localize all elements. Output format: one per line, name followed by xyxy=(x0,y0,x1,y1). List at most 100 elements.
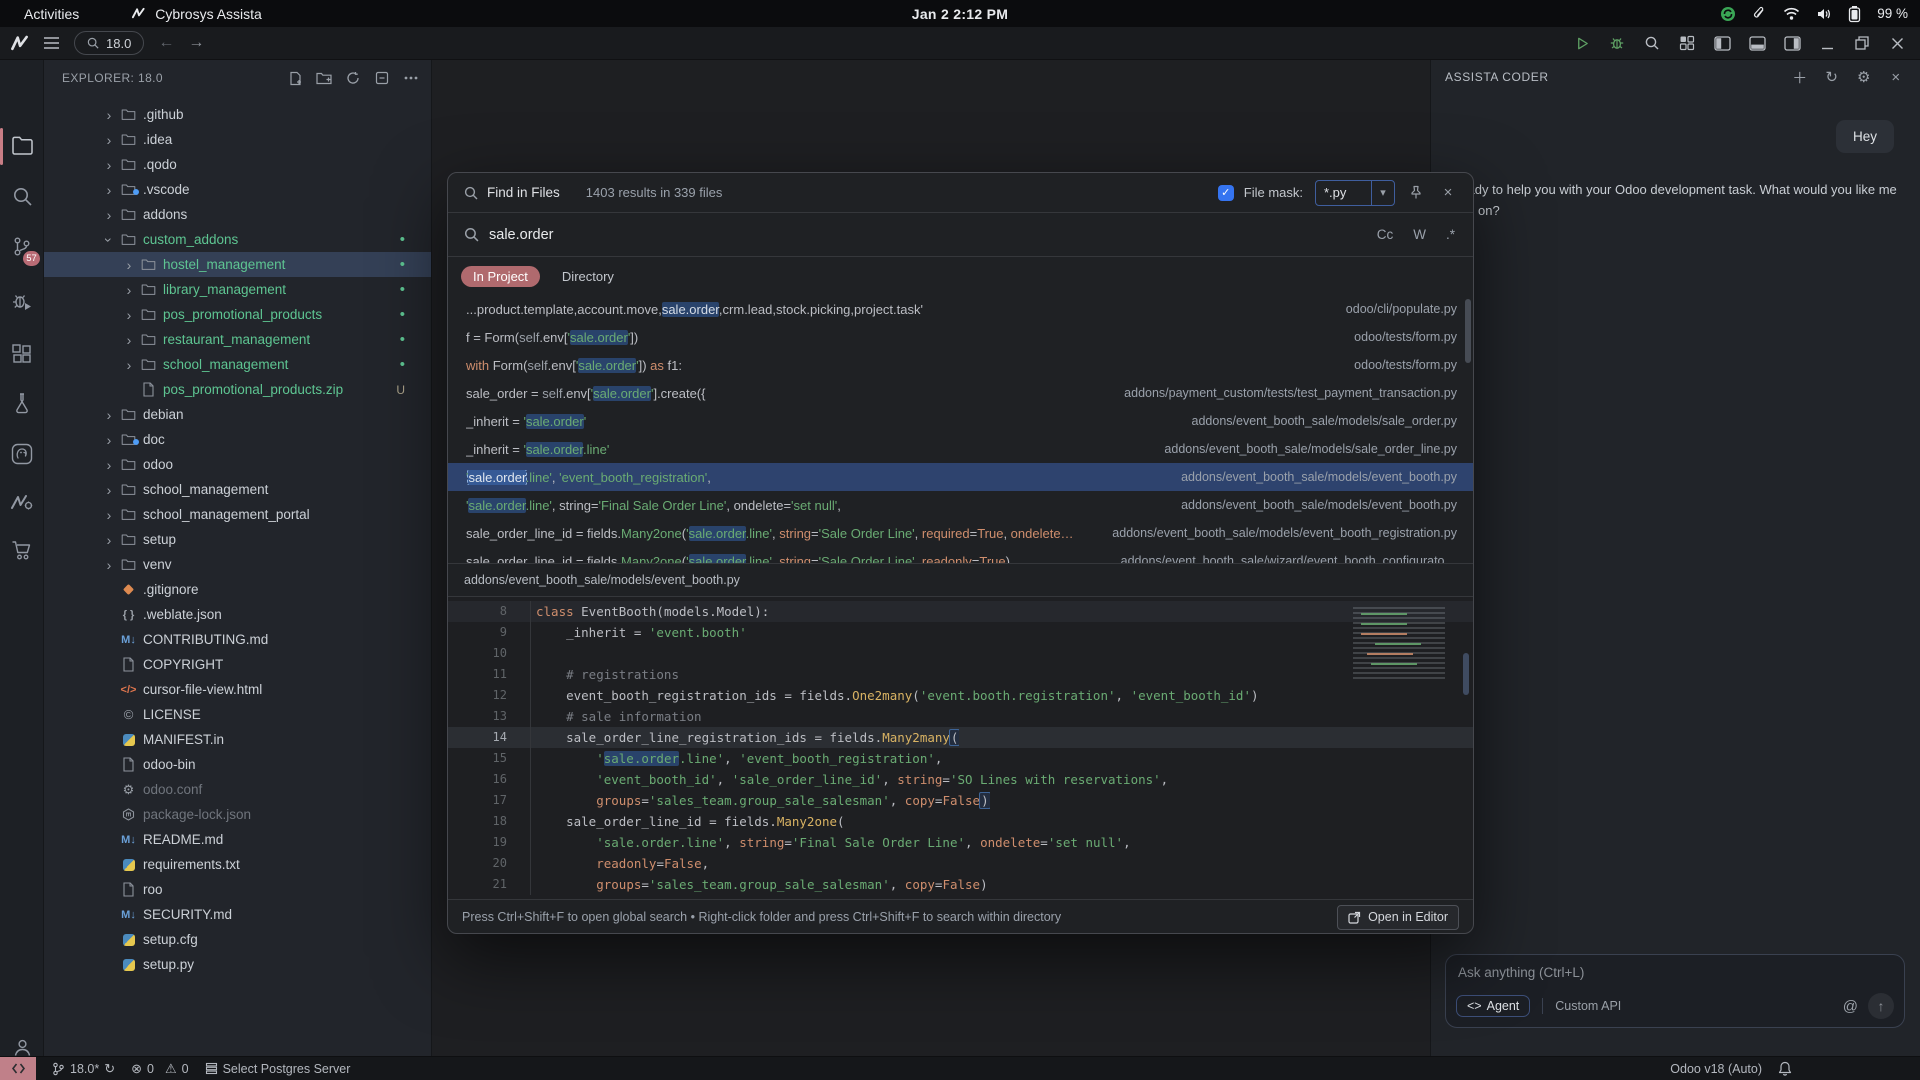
tree-item[interactable]: </>cursor-file-view.html xyxy=(44,677,431,702)
mention-icon[interactable]: @ xyxy=(1843,998,1858,1015)
search-result-row[interactable]: ...product.template,account.move,sale.or… xyxy=(448,295,1473,323)
tree-item[interactable]: MANIFEST.in xyxy=(44,727,431,752)
agent-mode-button[interactable]: <>Agent xyxy=(1456,995,1530,1017)
volume-icon[interactable] xyxy=(1816,7,1832,21)
restore-window-button[interactable] xyxy=(1849,31,1875,55)
back-button[interactable]: ← xyxy=(158,34,174,52)
tree-item[interactable]: ›hostel_management• xyxy=(44,252,431,277)
tree-item[interactable]: requirements.txt xyxy=(44,852,431,877)
odoo-mode-status[interactable]: Odoo v18 (Auto) xyxy=(1670,1062,1762,1076)
tree-item[interactable]: package-lock.json xyxy=(44,802,431,827)
whole-words-toggle[interactable]: W xyxy=(1413,227,1426,242)
extensions-view-icon[interactable] xyxy=(0,332,44,376)
code-line[interactable]: 19 'sale.order.line', string='Final Sale… xyxy=(448,832,1473,853)
chevron-icon[interactable]: › xyxy=(100,483,118,497)
chevron-icon[interactable]: › xyxy=(100,133,118,147)
chevron-icon[interactable]: › xyxy=(120,283,138,297)
more-actions-icon[interactable] xyxy=(401,68,421,88)
chevron-icon[interactable]: › xyxy=(100,533,118,547)
tree-item[interactable]: odoo-bin xyxy=(44,752,431,777)
search-result-row[interactable]: _inherit = 'sale.order.line'addons/event… xyxy=(448,435,1473,463)
search-result-row[interactable]: _inherit = 'sale.order'addons/event_boot… xyxy=(448,407,1473,435)
main-menu-icon[interactable] xyxy=(43,36,60,50)
chevron-icon[interactable]: › xyxy=(100,558,118,572)
tree-item[interactable]: M↓README.md xyxy=(44,827,431,852)
tree-item[interactable]: ›doc xyxy=(44,427,431,452)
tree-item[interactable]: ›odoo xyxy=(44,452,431,477)
chevron-down-icon[interactable]: ▾ xyxy=(1372,186,1394,199)
open-in-editor-button[interactable]: Open in Editor xyxy=(1337,905,1459,930)
run-button[interactable] xyxy=(1569,31,1595,55)
tree-item[interactable]: ›restaurant_management• xyxy=(44,327,431,352)
tree-item[interactable]: ›.idea xyxy=(44,127,431,152)
scope-tab-in-project[interactable]: In Project xyxy=(461,266,540,287)
remote-indicator[interactable] xyxy=(0,1057,36,1080)
search-result-row[interactable]: 'sale.order.line', string='Final Sale Or… xyxy=(448,491,1473,519)
tree-item[interactable]: ›library_management• xyxy=(44,277,431,302)
tree-item[interactable]: COPYRIGHT xyxy=(44,652,431,677)
chevron-icon[interactable]: › xyxy=(100,458,118,472)
focused-app[interactable]: Cybrosys Assista xyxy=(131,6,262,22)
custom-api-selector[interactable]: Custom API xyxy=(1555,999,1621,1013)
code-line[interactable]: 9 _inherit = 'event.booth' xyxy=(448,622,1473,643)
chat-input[interactable]: Ask anything (Ctrl+L) <>Agent Custom API… xyxy=(1445,954,1905,1028)
tree-item[interactable]: { }.weblate.json xyxy=(44,602,431,627)
problems-status[interactable]: ⊗ 0 ⚠ 0 xyxy=(131,1061,188,1077)
history-icon[interactable]: ↻ xyxy=(1822,67,1842,87)
updates-icon[interactable] xyxy=(1720,6,1736,22)
tree-item[interactable]: ›school_management_portal xyxy=(44,502,431,527)
refresh-icon[interactable] xyxy=(343,68,363,88)
file-mask-combobox[interactable]: *.py ▾ xyxy=(1315,180,1395,206)
tree-item[interactable]: ⚙odoo.conf xyxy=(44,777,431,802)
project-search-pill[interactable]: 18.0 xyxy=(74,31,144,55)
search-result-row[interactable]: sale_order = self.env['sale.order'].crea… xyxy=(448,379,1473,407)
toggle-bottom-panel-button[interactable] xyxy=(1744,31,1770,55)
paperclip-icon[interactable] xyxy=(1752,6,1767,21)
wifi-icon[interactable] xyxy=(1783,7,1800,21)
tree-item[interactable]: .gitignore xyxy=(44,577,431,602)
match-case-toggle[interactable]: Cc xyxy=(1377,227,1394,242)
chevron-icon[interactable]: › xyxy=(100,183,118,197)
results-scrollbar[interactable] xyxy=(1465,299,1471,363)
tree-item[interactable]: ›venv xyxy=(44,552,431,577)
git-branch-status[interactable]: 18.0* ↻ xyxy=(52,1061,115,1077)
debug-button[interactable] xyxy=(1604,31,1630,55)
toggle-left-panel-button[interactable] xyxy=(1709,31,1735,55)
tree-item[interactable]: ›.qodo xyxy=(44,152,431,177)
code-line[interactable]: 10 xyxy=(448,643,1473,664)
chevron-icon[interactable]: › xyxy=(100,408,118,422)
layout-settings-button[interactable] xyxy=(1674,31,1700,55)
search-result-row[interactable]: f = Form(self.env['sale.order'])odoo/tes… xyxy=(448,323,1473,351)
tree-item[interactable]: setup.py xyxy=(44,952,431,977)
chevron-icon[interactable]: › xyxy=(102,231,116,249)
chevron-icon[interactable]: › xyxy=(120,258,138,272)
code-line[interactable]: 8class EventBooth(models.Model): xyxy=(448,601,1473,622)
postgres-view-icon[interactable] xyxy=(0,432,44,476)
tree-item[interactable]: ›debian xyxy=(44,402,431,427)
tree-item[interactable]: roo xyxy=(44,877,431,902)
new-file-icon[interactable] xyxy=(285,68,305,88)
search-result-row[interactable]: 'sale.order.line', 'event_booth_registra… xyxy=(448,463,1473,491)
search-everywhere-button[interactable] xyxy=(1639,31,1665,55)
search-result-row[interactable]: with Form(self.env['sale.order']) as f1:… xyxy=(448,351,1473,379)
assista-settings-icon[interactable]: ⚙ xyxy=(1854,67,1874,87)
assista-view-icon[interactable] xyxy=(0,481,44,525)
chevron-icon[interactable]: › xyxy=(120,333,138,347)
code-scrollbar[interactable] xyxy=(1463,653,1469,695)
explorer-view-icon[interactable] xyxy=(0,124,44,168)
scope-tab-directory[interactable]: Directory xyxy=(550,266,626,287)
regex-toggle[interactable]: .* xyxy=(1446,227,1455,242)
code-line[interactable]: 17 groups='sales_team.group_sale_salesma… xyxy=(448,790,1473,811)
minimize-window-button[interactable] xyxy=(1814,31,1840,55)
search-result-row[interactable]: sale_order_line_id = fields.Many2one('sa… xyxy=(448,547,1473,563)
new-chat-icon[interactable]: ＋ xyxy=(1790,67,1810,87)
tree-item[interactable]: setup.cfg xyxy=(44,927,431,952)
tree-item[interactable]: ›school_management• xyxy=(44,352,431,377)
file-mask-checkbox[interactable]: ✓ xyxy=(1218,185,1234,201)
code-line[interactable]: 13 # sale information xyxy=(448,706,1473,727)
code-line[interactable]: 18 sale_order_line_id = fields.Many2one( xyxy=(448,811,1473,832)
chevron-icon[interactable]: › xyxy=(100,108,118,122)
tree-item[interactable]: ›school_management xyxy=(44,477,431,502)
code-line[interactable]: 11 # registrations xyxy=(448,664,1473,685)
activities-button[interactable]: Activities xyxy=(24,6,79,22)
